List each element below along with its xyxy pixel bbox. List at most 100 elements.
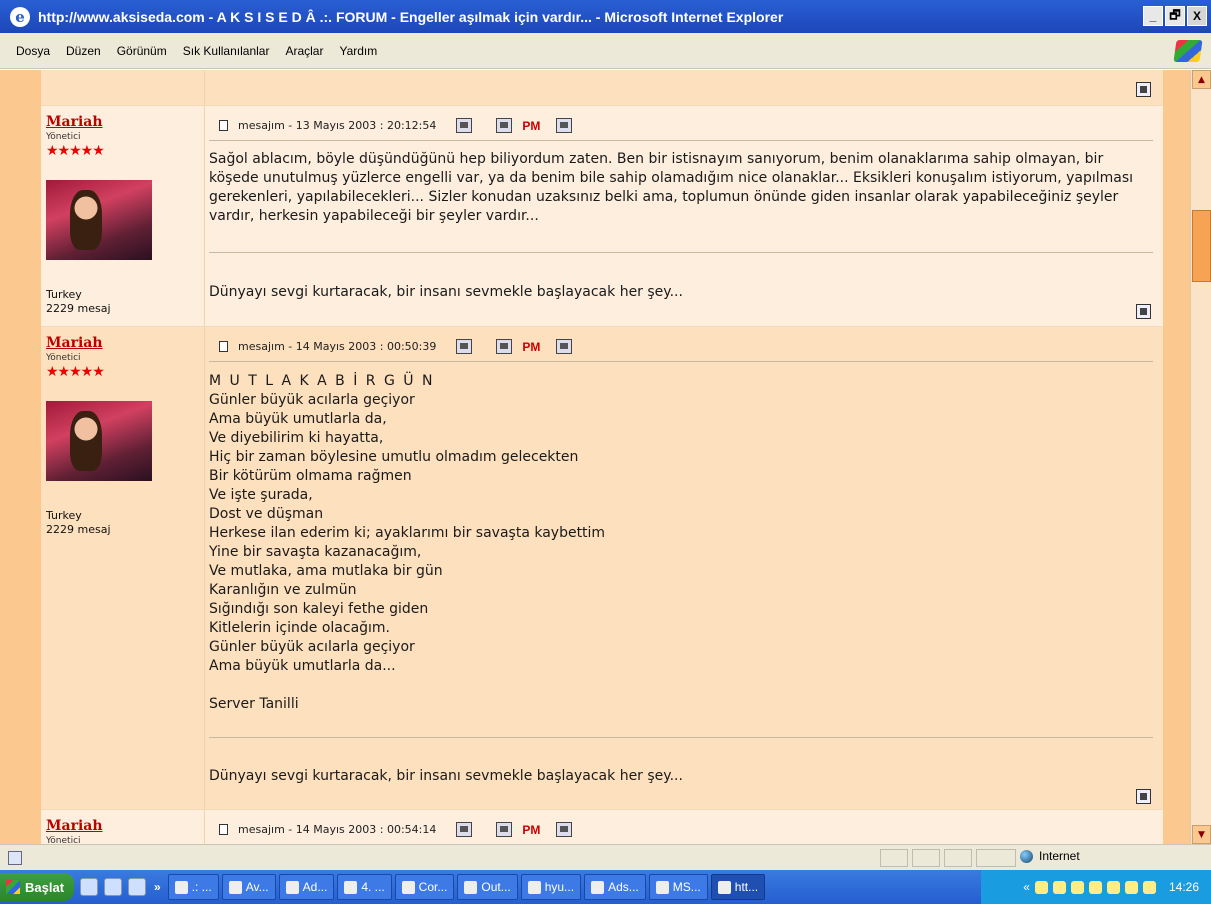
post-body: M U T L A K A B İ R G Ü N Günler büyük a… <box>209 372 1153 714</box>
homepage-icon[interactable] <box>496 118 513 133</box>
menu-dosya[interactable]: Dosya <box>16 44 50 58</box>
clock[interactable]: 14:26 <box>1169 880 1199 894</box>
post-meta: mesajım - 13 Mayıs 2003 : 20:12:54 PM <box>219 118 573 133</box>
quicklaunch-ie-icon[interactable] <box>104 878 123 896</box>
user-location: Turkey <box>46 509 82 522</box>
scroll-up-arrow-icon[interactable]: ▲ <box>1192 70 1211 89</box>
post-divider <box>209 361 1153 362</box>
start-button[interactable]: Başlat <box>0 873 75 901</box>
app-icon <box>591 880 605 894</box>
poem-line: Ve mutlaka, ama mutlaka bir gün <box>209 563 443 579</box>
taskbar-item[interactable]: Out... <box>457 874 518 900</box>
profile-icon[interactable] <box>456 822 473 837</box>
user-role: Yönetici <box>46 836 81 844</box>
taskbar: Başlat » .: ... Av... Ad... 4. ... Cor..… <box>0 870 1211 904</box>
status-pane <box>880 849 908 867</box>
post-date: mesajım - 13 Mayıs 2003 : 20:12:54 <box>238 119 437 132</box>
tray-icon[interactable] <box>1106 880 1120 894</box>
security-zone: Internet <box>1020 849 1080 863</box>
poem-line: Dost ve düşman <box>209 506 324 522</box>
system-tray: « 14:26 <box>981 870 1211 904</box>
menu-duzen[interactable]: Düzen <box>66 44 101 58</box>
menu-araclar[interactable]: Araçlar <box>285 44 323 58</box>
quicklaunch-more[interactable]: » <box>154 880 161 894</box>
pm-button[interactable]: PM <box>522 823 540 837</box>
window-titlebar[interactable]: e http://www.aksiseda.com - A K S I S E … <box>0 0 1211 33</box>
scroll-down-arrow-icon[interactable]: ▼ <box>1192 825 1211 844</box>
tray-icon[interactable] <box>1088 880 1102 894</box>
tray-icon[interactable] <box>1034 880 1048 894</box>
tray-icon[interactable] <box>1142 880 1156 894</box>
forum-post: Mariah Yönetici ★★★★★ Turkey 2229 mesaj … <box>41 327 1163 810</box>
quote-icon[interactable] <box>1136 789 1151 804</box>
close-button[interactable]: X <box>1187 6 1207 26</box>
quicklaunch-desktop-icon[interactable] <box>80 878 99 896</box>
previous-post-tail <box>41 70 1163 106</box>
taskbar-item[interactable]: .: ... <box>167 874 219 900</box>
pm-button[interactable]: PM <box>522 340 540 354</box>
post-doc-icon <box>219 120 228 131</box>
profile-icon[interactable] <box>456 339 473 354</box>
scroll-thumb[interactable] <box>1192 210 1211 282</box>
status-pane <box>912 849 940 867</box>
quicklaunch-app-icon[interactable] <box>128 878 147 896</box>
poem-line: Sığındığı son kaleyi fethe giden <box>209 601 429 617</box>
user-cell: Mariah Yönetici <box>41 810 205 844</box>
post-doc-icon <box>219 824 228 835</box>
post-username[interactable]: Mariah <box>46 818 103 834</box>
status-bar: Internet <box>0 844 1211 870</box>
taskbar-item[interactable]: Ads... <box>584 874 646 900</box>
homepage-icon[interactable] <box>496 822 513 837</box>
app-icon <box>717 880 731 894</box>
app-icon <box>464 880 478 894</box>
pm-button[interactable]: PM <box>522 119 540 133</box>
taskbar-item-active[interactable]: htt... <box>710 874 766 900</box>
menu-gorunum[interactable]: Görünüm <box>117 44 167 58</box>
poem-line: Ve işte şurada, <box>209 487 313 503</box>
taskbar-item[interactable]: Cor... <box>394 874 455 900</box>
post-doc-icon <box>219 341 228 352</box>
taskbar-item[interactable]: 4. ... <box>337 874 392 900</box>
poem-line: Kitlelerin içinde olacağım. <box>209 620 391 636</box>
windows-flag-icon <box>6 880 20 894</box>
edit-icon[interactable] <box>556 822 573 837</box>
menu-sik-kullanilanlar[interactable]: Sık Kullanılanlar <box>183 44 270 58</box>
quote-icon[interactable] <box>1136 82 1151 97</box>
user-cell <box>41 70 205 105</box>
tray-icon[interactable] <box>1070 880 1084 894</box>
tray-expand-button[interactable]: « <box>1023 880 1030 894</box>
signature-divider <box>209 737 1153 738</box>
post-date: mesajım - 14 Mayıs 2003 : 00:50:39 <box>238 340 437 353</box>
signature-divider <box>209 252 1153 253</box>
vertical-scrollbar[interactable]: ▲ ▼ <box>1190 70 1211 844</box>
forum-post: Mariah Yönetici ★★★★★ Turkey 2229 mesaj … <box>41 106 1163 327</box>
user-post-count: 2229 mesaj <box>46 302 111 315</box>
post-username[interactable]: Mariah <box>46 114 103 130</box>
user-role: Yönetici <box>46 132 81 142</box>
taskbar-item[interactable]: Av... <box>221 874 276 900</box>
poem-line: Karanlığın ve zulmün <box>209 582 357 598</box>
profile-icon[interactable] <box>456 118 473 133</box>
taskbar-item[interactable]: MS... <box>648 874 708 900</box>
taskbar-item[interactable]: Ad... <box>278 874 335 900</box>
start-label: Başlat <box>25 879 65 895</box>
minimize-button[interactable]: _ <box>1143 6 1163 26</box>
app-icon <box>285 880 299 894</box>
taskbar-item[interactable]: hyu... <box>520 874 582 900</box>
forum-page: Mariah Yönetici ★★★★★ Turkey 2229 mesaj … <box>0 70 1190 844</box>
tray-icon[interactable] <box>1052 880 1066 894</box>
maximize-button[interactable]: 🗗 <box>1165 6 1185 26</box>
user-location: Turkey <box>46 288 82 301</box>
edit-icon[interactable] <box>556 339 573 354</box>
tray-icon[interactable] <box>1124 880 1138 894</box>
edit-icon[interactable] <box>556 118 573 133</box>
post-divider <box>209 140 1153 141</box>
homepage-icon[interactable] <box>496 339 513 354</box>
status-pane <box>976 849 1016 867</box>
poem-line: Günler büyük acılarla geçiyor <box>209 639 415 655</box>
poem-line: Ama büyük umutlarla da, <box>209 411 387 427</box>
quote-icon[interactable] <box>1136 304 1151 319</box>
post-username[interactable]: Mariah <box>46 335 103 351</box>
post-body: Sağol ablacım, böyle düşündüğünü hep bil… <box>209 151 1134 224</box>
menu-yardim[interactable]: Yardım <box>339 44 377 58</box>
